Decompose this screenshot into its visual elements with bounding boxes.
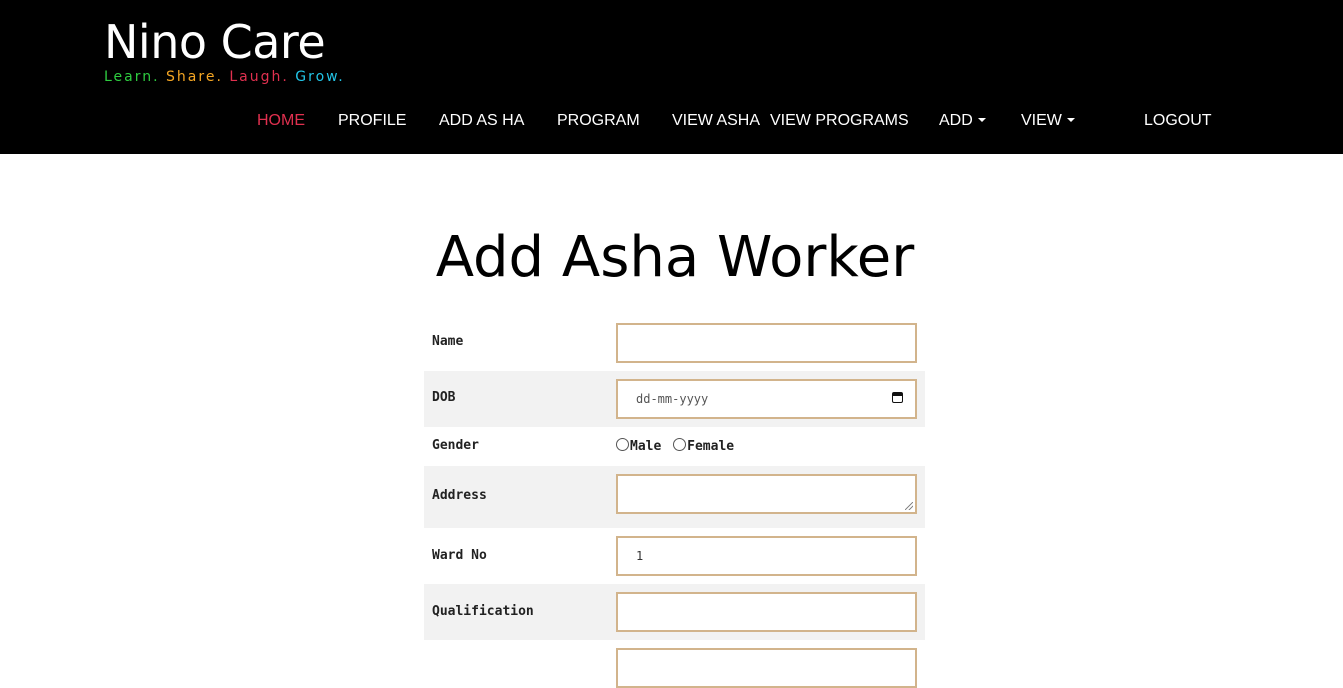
address-label: Address <box>432 488 487 503</box>
name-label: Name <box>432 334 464 349</box>
resize-grip-icon[interactable] <box>905 502 913 510</box>
qualification-label: Qualification <box>432 604 534 619</box>
nav-profile[interactable]: PROFILE <box>338 108 406 134</box>
ward-input[interactable]: 1 <box>616 536 917 576</box>
caret-down-icon <box>1066 117 1075 122</box>
gender-male-label[interactable]: Male <box>630 439 661 454</box>
nav-program[interactable]: PROGRAM <box>557 108 640 134</box>
gender-male-radio[interactable] <box>616 438 629 451</box>
dob-placeholder: dd-mm-yyyy <box>636 392 709 406</box>
page-title: Add Asha Worker <box>435 225 915 290</box>
form-row-qualification: Qualification <box>424 584 925 640</box>
tagline-share: Share. <box>166 69 223 85</box>
gender-radio-group: Male Female <box>616 438 738 454</box>
nav-view-dropdown[interactable]: VIEW <box>1021 108 1075 134</box>
form-row-dob: DOB dd-mm-yyyy <box>424 371 925 427</box>
calendar-icon[interactable] <box>892 392 903 403</box>
tagline-laugh: Laugh. <box>229 69 289 85</box>
nav-add-dropdown[interactable]: ADD <box>939 108 986 134</box>
qualification-input[interactable] <box>616 592 917 632</box>
caret-down-icon <box>977 117 986 122</box>
nav-add-label: ADD <box>939 112 973 129</box>
nav-view-asha[interactable]: VIEW ASHA <box>672 108 760 134</box>
address-textarea[interactable] <box>616 474 917 514</box>
tagline-grow: Grow. <box>295 69 345 85</box>
nav-logout[interactable]: LOGOUT <box>1144 108 1212 134</box>
nav-home[interactable]: HOME <box>257 108 305 134</box>
brand-logo[interactable]: Nino Care <box>104 14 326 70</box>
ward-label: Ward No <box>432 548 487 563</box>
top-navbar: Nino Care Learn. Share. Laugh. Grow. HOM… <box>0 0 1343 154</box>
nav-view-programs[interactable]: VIEW PROGRAMS <box>770 108 909 134</box>
gender-female-radio[interactable] <box>673 438 687 451</box>
nav-view-label: VIEW <box>1021 112 1062 129</box>
dob-label: DOB <box>432 390 456 405</box>
tagline-learn: Learn. <box>104 69 160 85</box>
form-row-address: Address <box>424 466 925 528</box>
form-row-gender: Gender Male Female <box>424 427 925 466</box>
gender-label: Gender <box>432 438 479 453</box>
main-nav: HOME PROFILE ADD AS HA PROGRAM VIEW ASHA… <box>0 108 1343 134</box>
gender-female-label[interactable]: Female <box>687 439 734 454</box>
form-row-name: Name <box>424 315 925 371</box>
ward-value: 1 <box>636 549 644 563</box>
nav-add-asha[interactable]: ADD AS HA <box>439 108 524 134</box>
dob-input[interactable]: dd-mm-yyyy <box>616 379 917 419</box>
form-row-next <box>424 640 925 688</box>
brand-tagline: Learn. Share. Laugh. Grow. <box>104 68 345 86</box>
next-input[interactable] <box>616 648 917 688</box>
form-row-ward: Ward No 1 <box>424 528 925 584</box>
name-input[interactable] <box>616 323 917 363</box>
